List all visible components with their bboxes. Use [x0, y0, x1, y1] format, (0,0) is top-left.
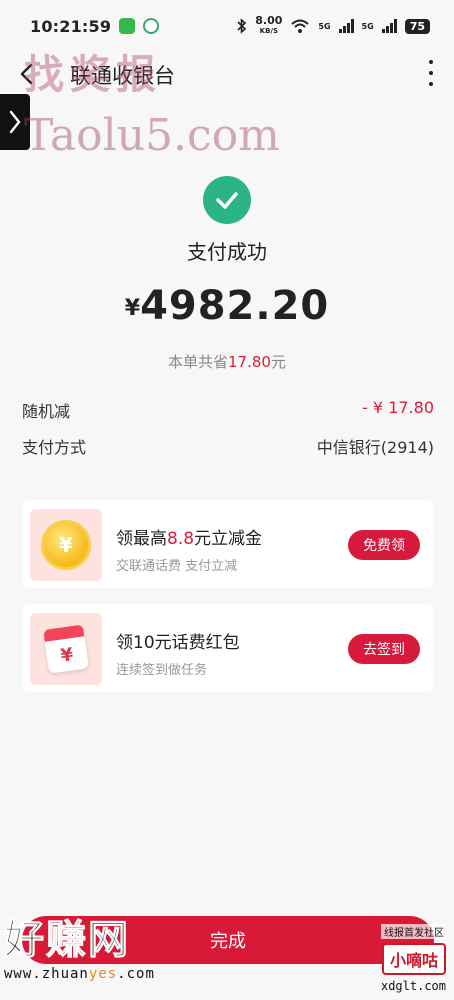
- signal-label-2: 5G: [361, 21, 374, 31]
- savings-prefix: 本单共省: [168, 353, 229, 371]
- payment-status: 支付成功: [187, 240, 267, 264]
- promo-subtitle: 连续签到做任务: [116, 663, 208, 678]
- detail-value: - ¥ 17.80: [362, 398, 434, 417]
- signal-bars-2-icon: [381, 19, 397, 33]
- savings-text: 本单共省17.80元: [0, 351, 454, 372]
- promo-card-coupon[interactable]: ¥ 领最高8.8元立减金 交联通话费 支付立减 免费领: [22, 500, 434, 588]
- savings-amount: 17.80: [228, 353, 271, 371]
- payment-result: 支付成功 ¥4982.20 本单共省17.80元: [0, 176, 454, 372]
- watermark-url-highlight: yes: [88, 966, 118, 982]
- watermark-bottom-url: www.zhuanyes.com: [4, 966, 155, 982]
- gold-coin-icon: ¥: [41, 520, 91, 570]
- done-button[interactable]: 完成: [22, 916, 434, 964]
- watermark-url-part: .com: [117, 966, 155, 982]
- watermark-site: Taolu5.com: [24, 110, 280, 161]
- promo-title-prefix: 领最高: [116, 529, 167, 549]
- promo-subtitle: 交联通话费 支付立减: [116, 559, 238, 574]
- success-check-icon: [203, 176, 251, 224]
- check-in-button[interactable]: 去签到: [348, 634, 420, 664]
- savings-suffix: 元: [270, 353, 286, 371]
- detail-label: 支付方式: [22, 438, 87, 457]
- network-speed-unit: KB/S: [259, 27, 279, 35]
- page-title: 联通收银台: [70, 64, 175, 88]
- promo-thumb: ¥: [30, 509, 102, 581]
- detail-row-payment-method: 支付方式 中信银行(2914): [22, 434, 434, 458]
- promo-title-highlight: 8.8: [167, 529, 195, 549]
- back-icon[interactable]: [16, 62, 40, 86]
- promo-title-suffix: 元立减金: [194, 529, 263, 549]
- nav-bar: 联通收银台: [0, 52, 454, 96]
- detail-label: 随机减: [22, 402, 71, 421]
- promo-title: 领10元话费红包: [116, 628, 240, 653]
- claim-free-button[interactable]: 免费领: [348, 530, 420, 560]
- promo-title-prefix: 领10元话费红包: [116, 633, 240, 653]
- status-left: 10:21:59: [30, 16, 160, 36]
- status-bar: 10:21:59 8.00 KB/S 5G 5G 75: [0, 0, 454, 52]
- side-expand-tab[interactable]: [0, 94, 30, 150]
- more-menu-icon[interactable]: [428, 60, 434, 86]
- signal-label-1: 5G: [318, 21, 331, 31]
- signal-bars-1-icon: [338, 19, 354, 33]
- watermark-url-part: www.zhuan: [4, 966, 89, 982]
- promo-thumb: ¥: [30, 613, 102, 685]
- network-speed-value: 8.00: [255, 14, 283, 27]
- status-right: 8.00 KB/S 5G 5G 75: [237, 14, 430, 36]
- detail-row-discount: 随机减 - ¥ 17.80: [22, 398, 434, 422]
- calendar-icon: ¥: [43, 624, 89, 674]
- wifi-icon: [291, 19, 310, 33]
- promo-title: 领最高8.8元立减金: [116, 524, 262, 549]
- chat-notification-icon: [119, 18, 136, 34]
- watermark-right-line3: xdglt.com: [380, 979, 446, 993]
- status-time: 10:21:59: [30, 16, 112, 36]
- network-speed: 8.00 KB/S: [255, 14, 283, 36]
- detail-value: 中信银行(2914): [316, 438, 434, 457]
- amount-value: 4982.20: [140, 283, 330, 329]
- app-notification-icon: [143, 18, 160, 34]
- currency-symbol: ¥: [124, 296, 141, 321]
- bluetooth-icon: [237, 18, 247, 34]
- promo-card-checkin[interactable]: ¥ 领10元话费红包 连续签到做任务 去签到: [22, 604, 434, 692]
- battery-icon: 75: [404, 18, 430, 34]
- chevron-right-icon: [9, 110, 21, 134]
- payment-amount: ¥4982.20: [0, 283, 454, 329]
